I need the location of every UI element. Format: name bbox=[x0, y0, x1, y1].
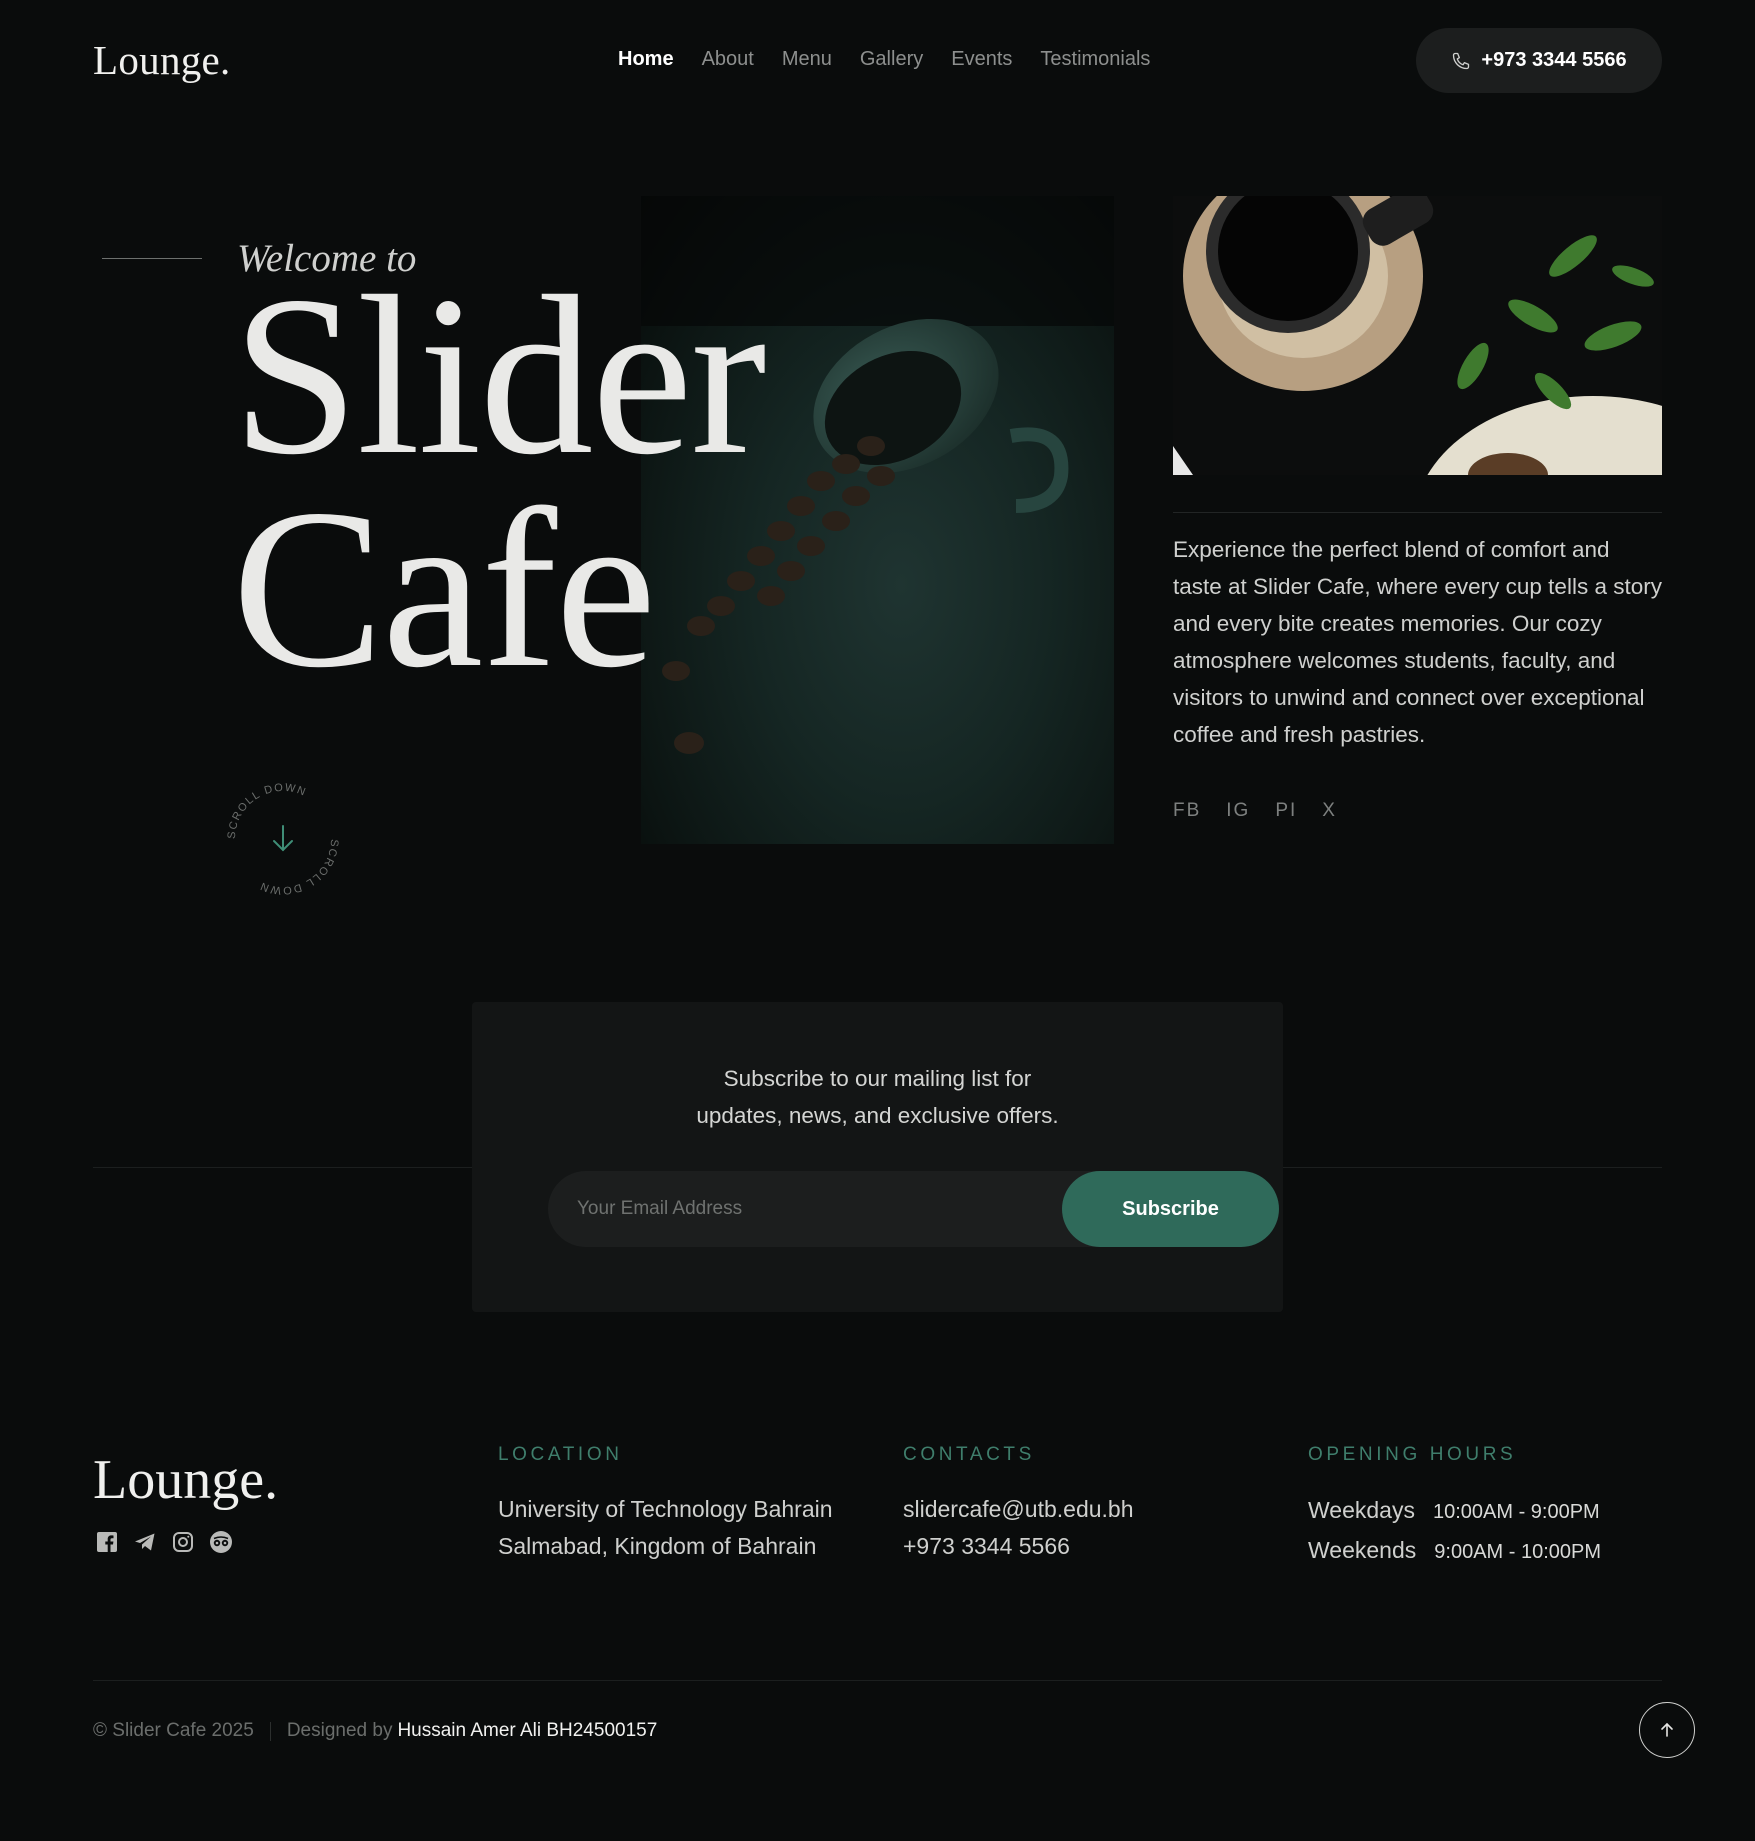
nav-gallery[interactable]: Gallery bbox=[860, 48, 923, 71]
telegram-icon[interactable] bbox=[133, 1530, 157, 1554]
hours-row-weekends: Weekends 9:00AM - 10:00PM bbox=[1308, 1531, 1601, 1571]
contacts-heading: CONTACTS bbox=[903, 1444, 1035, 1465]
hours-time: 9:00AM - 10:00PM bbox=[1434, 1541, 1602, 1563]
main-nav: Home About Menu Gallery Events Testimoni… bbox=[618, 48, 1150, 71]
social-link-fb[interactable]: FB bbox=[1173, 800, 1201, 822]
location-line-2: Salmabad, Kingdom of Bahrain bbox=[498, 1533, 817, 1559]
hero-social-links: FB IG PI X bbox=[1173, 800, 1337, 822]
phone-number: +973 3344 5566 bbox=[1481, 49, 1627, 71]
hours-heading: OPENING HOURS bbox=[1308, 1444, 1517, 1465]
location-heading: LOCATION bbox=[498, 1444, 623, 1465]
footer-divider bbox=[93, 1680, 1662, 1681]
contact-email[interactable]: slidercafe@utb.edu.bh bbox=[903, 1491, 1134, 1528]
newsletter-line-1: Subscribe to our mailing list for bbox=[723, 1066, 1032, 1091]
newsletter-text: Subscribe to our mailing list for update… bbox=[472, 1060, 1283, 1134]
nav-about[interactable]: About bbox=[702, 48, 754, 71]
footer-hours: OPENING HOURS Weekdays 10:00AM - 9:00PM … bbox=[1308, 1444, 1601, 1571]
hours-time: 10:00AM - 9:00PM bbox=[1432, 1501, 1600, 1523]
social-link-x[interactable]: X bbox=[1322, 800, 1337, 822]
social-link-ig[interactable]: IG bbox=[1226, 800, 1250, 822]
email-input[interactable] bbox=[548, 1171, 988, 1247]
svg-text:SCROLL DOWN: SCROLL DOWN bbox=[258, 839, 341, 897]
scroll-down-text-2: SCROLL DOWN bbox=[258, 839, 339, 897]
nav-testimonials[interactable]: Testimonials bbox=[1040, 48, 1150, 71]
social-link-pi[interactable]: PI bbox=[1275, 800, 1297, 822]
designed-by-text: Designed by bbox=[286, 1720, 393, 1741]
subscribe-button[interactable]: Subscribe bbox=[1062, 1171, 1279, 1247]
newsletter-line-2: updates, news, and exclusive offers. bbox=[696, 1103, 1059, 1128]
footer-credits: © Slider Cafe 2025 Designed by Hussain A… bbox=[93, 1720, 657, 1742]
contact-phone[interactable]: +973 3344 5566 bbox=[903, 1528, 1134, 1565]
newsletter-form: Subscribe bbox=[548, 1171, 1279, 1247]
svg-text:SCROLL DOWN: SCROLL DOWN bbox=[226, 782, 309, 840]
footer-contacts: CONTACTS slidercafe@utb.edu.bh +973 3344… bbox=[903, 1444, 1134, 1565]
hero-title-cafe: Cafe bbox=[232, 463, 656, 715]
hours-day: Weekdays bbox=[1308, 1497, 1415, 1523]
author-name[interactable]: Hussain Amer Ali BH24500157 bbox=[397, 1720, 657, 1742]
hero-title-slider: Slider bbox=[232, 250, 767, 502]
hours-day: Weekends bbox=[1308, 1537, 1417, 1563]
nav-home[interactable]: Home bbox=[618, 48, 674, 71]
arrow-down-icon bbox=[273, 825, 293, 852]
phone-button[interactable]: +973 3344 5566 bbox=[1416, 28, 1662, 93]
facebook-icon[interactable] bbox=[95, 1530, 119, 1554]
scroll-down-button[interactable]: SCROLL DOWN SCROLL DOWN bbox=[224, 780, 342, 898]
instagram-icon[interactable] bbox=[171, 1530, 195, 1554]
phone-icon bbox=[1453, 52, 1470, 69]
scroll-down-text: SCROLL DOWN bbox=[226, 782, 307, 840]
site-logo[interactable]: Lounge. bbox=[93, 36, 231, 84]
credits-separator bbox=[269, 1721, 271, 1741]
nav-events[interactable]: Events bbox=[951, 48, 1012, 71]
copyright-text: © Slider Cafe 2025 bbox=[93, 1720, 254, 1741]
hours-row-weekdays: Weekdays 10:00AM - 9:00PM bbox=[1308, 1491, 1601, 1531]
hero-decor-line bbox=[102, 258, 202, 259]
side-divider bbox=[1173, 512, 1662, 513]
footer-logo[interactable]: Lounge. bbox=[93, 1448, 278, 1512]
footer-social-icons bbox=[95, 1530, 233, 1554]
arrow-up-icon bbox=[1661, 1722, 1673, 1737]
tripadvisor-icon[interactable] bbox=[209, 1530, 233, 1554]
hero-description: Experience the perfect blend of comfort … bbox=[1173, 537, 1662, 747]
nav-menu[interactable]: Menu bbox=[782, 48, 832, 71]
location-line-1: University of Technology Bahrain bbox=[498, 1496, 833, 1522]
newsletter-panel: Subscribe to our mailing list for update… bbox=[472, 1002, 1283, 1312]
footer-location: LOCATION University of Technology Bahrai… bbox=[498, 1444, 833, 1565]
back-to-top-button[interactable] bbox=[1639, 1702, 1695, 1758]
side-coffee-image bbox=[1173, 196, 1662, 475]
